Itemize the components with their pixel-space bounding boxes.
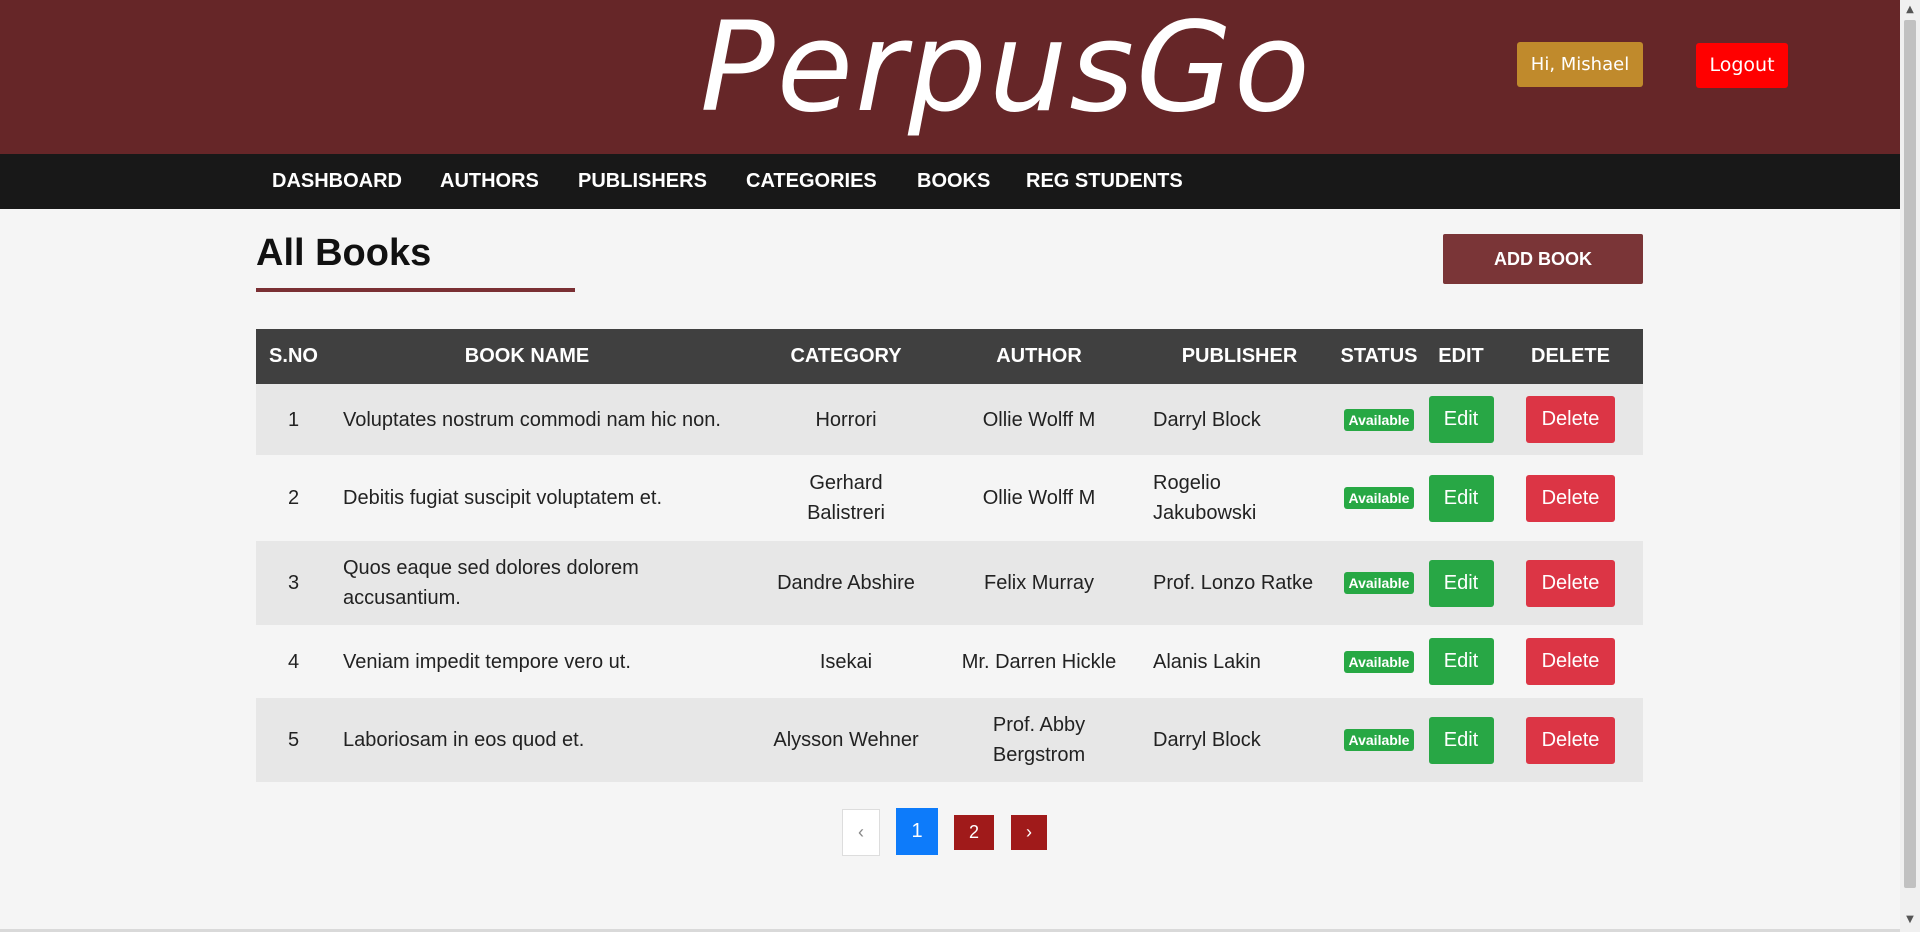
book-name: Veniam impedit tempore vero ut. — [343, 650, 631, 673]
pagination-page-1[interactable]: 1 — [896, 808, 938, 855]
table-row: 2 Debitis fugiat suscipit voluptatem et.… — [256, 455, 1643, 541]
edit-button[interactable]: Edit — [1428, 716, 1494, 764]
table-header: S.NO BOOK NAME CATEGORY AUTHOR PUBLISHER… — [256, 329, 1643, 384]
delete-cell: Delete — [1498, 455, 1643, 541]
row-number: 4 — [287, 650, 300, 673]
scroll-up-icon[interactable]: ▲ — [1900, 0, 1920, 20]
status-badge: Available — [1343, 572, 1415, 594]
book-category: Isekai — [819, 650, 873, 673]
header-edit: EDIT — [1438, 345, 1484, 367]
book-author: Felix Murray — [983, 572, 1094, 594]
book-category: Dandre Abshire — [777, 572, 915, 594]
edit-cell: Edit — [1424, 455, 1498, 541]
book-category: Gerhard Balistreri — [807, 472, 885, 524]
nav-dashboard[interactable]: DASHBOARD — [272, 154, 402, 209]
status-cell: Available — [1334, 541, 1424, 625]
book-name: Quos eaque sed dolores dolorem accusanti… — [343, 557, 639, 609]
page: PerpusGo Hi, Mishael Logout DASHBOARD AU… — [0, 0, 1900, 932]
header-book-name: BOOK NAME — [464, 345, 590, 367]
row-number: 1 — [287, 408, 300, 431]
delete-cell: Delete — [1498, 625, 1643, 698]
edit-button[interactable]: Edit — [1428, 638, 1494, 685]
vertical-scrollbar[interactable]: ▲ ▼ — [1900, 0, 1920, 932]
nav-authors[interactable]: AUTHORS — [440, 154, 539, 209]
nav-books[interactable]: BOOKS — [917, 154, 990, 209]
book-name: Debitis fugiat suscipit voluptatem et. — [343, 487, 663, 509]
header-delete: DELETE — [1531, 345, 1610, 367]
delete-cell: Delete — [1498, 384, 1643, 455]
nav-reg-students[interactable]: REG STUDENTS — [1026, 154, 1183, 209]
header-sno: S.NO — [269, 345, 318, 367]
status-cell: Available — [1334, 384, 1424, 455]
pagination-prev-button[interactable]: ‹ — [842, 809, 880, 856]
table-row: 3 Quos eaque sed dolores dolorem accusan… — [256, 541, 1643, 625]
main-nav: DASHBOARD AUTHORS PUBLISHERS CATEGORIES … — [0, 154, 1900, 209]
header-status: STATUS — [1340, 345, 1418, 367]
scroll-thumb[interactable] — [1904, 20, 1916, 888]
row-number: 5 — [287, 729, 300, 751]
edit-button[interactable]: Edit — [1428, 559, 1494, 607]
nav-publishers[interactable]: PUBLISHERS — [578, 154, 707, 209]
row-number: 2 — [287, 487, 300, 509]
edit-button[interactable]: Edit — [1428, 474, 1494, 522]
book-name: Laboriosam in eos quod et. — [343, 729, 585, 751]
delete-button[interactable]: Delete — [1526, 638, 1615, 685]
delete-cell: Delete — [1498, 541, 1643, 625]
logout-button[interactable]: Logout — [1696, 43, 1788, 88]
status-badge: Available — [1343, 650, 1415, 673]
books-table: S.NO BOOK NAME CATEGORY AUTHOR PUBLISHER… — [256, 329, 1643, 782]
book-author: Prof. Abby Bergstrom — [992, 714, 1086, 766]
edit-cell: Edit — [1424, 625, 1498, 698]
book-name: Voluptates nostrum commodi nam hic non. — [343, 408, 721, 431]
header-author: AUTHOR — [996, 345, 1082, 367]
status-cell: Available — [1334, 698, 1424, 782]
edit-cell: Edit — [1424, 384, 1498, 455]
row-number: 3 — [287, 572, 300, 594]
page-title: All Books — [256, 232, 432, 274]
table-row: 5 Laboriosam in eos quod et. Alysson Weh… — [256, 698, 1643, 782]
book-publisher: Darryl Block — [1153, 729, 1261, 751]
delete-button[interactable]: Delete — [1526, 559, 1615, 607]
add-book-button[interactable]: ADD BOOK — [1443, 234, 1643, 284]
header-category: CATEGORY — [790, 345, 902, 367]
book-publisher: Rogelio Jakubowski — [1153, 472, 1257, 524]
table-row: 1 Voluptates nostrum commodi nam hic non… — [256, 384, 1643, 455]
book-publisher: Prof. Lonzo Ratke — [1153, 572, 1314, 594]
scroll-down-icon[interactable]: ▼ — [1900, 910, 1920, 930]
nav-categories[interactable]: CATEGORIES — [746, 154, 877, 209]
user-greeting-button[interactable]: Hi, Mishael — [1517, 42, 1643, 87]
book-publisher: Alanis Lakin — [1153, 650, 1261, 673]
book-publisher: Darryl Block — [1153, 408, 1261, 431]
status-badge: Available — [1343, 408, 1415, 431]
pagination-next-button[interactable]: › — [1011, 815, 1047, 850]
book-category: Horrori — [815, 408, 877, 431]
delete-button[interactable]: Delete — [1526, 716, 1615, 764]
status-badge: Available — [1343, 487, 1415, 509]
edit-cell: Edit — [1424, 541, 1498, 625]
edit-button[interactable]: Edit — [1428, 396, 1494, 443]
title-underline — [256, 288, 575, 292]
book-category: Alysson Wehner — [773, 729, 919, 751]
book-author: Ollie Wolff M — [982, 487, 1096, 509]
status-badge: Available — [1343, 729, 1415, 751]
header-publisher: PUBLISHER — [1181, 345, 1298, 367]
delete-button[interactable]: Delete — [1526, 396, 1615, 443]
site-header: PerpusGo Hi, Mishael Logout — [0, 0, 1900, 154]
brand-logo[interactable]: PerpusGo — [700, 0, 1310, 148]
delete-button[interactable]: Delete — [1526, 474, 1615, 522]
status-cell: Available — [1334, 625, 1424, 698]
pagination-page-2[interactable]: 2 — [954, 815, 994, 850]
book-author: Ollie Wolff M — [982, 408, 1096, 431]
edit-cell: Edit — [1424, 698, 1498, 782]
delete-cell: Delete — [1498, 698, 1643, 782]
table-row: 4 Veniam impedit tempore vero ut. Isekai… — [256, 625, 1643, 698]
status-cell: Available — [1334, 455, 1424, 541]
book-author: Mr. Darren Hickle — [961, 650, 1117, 673]
